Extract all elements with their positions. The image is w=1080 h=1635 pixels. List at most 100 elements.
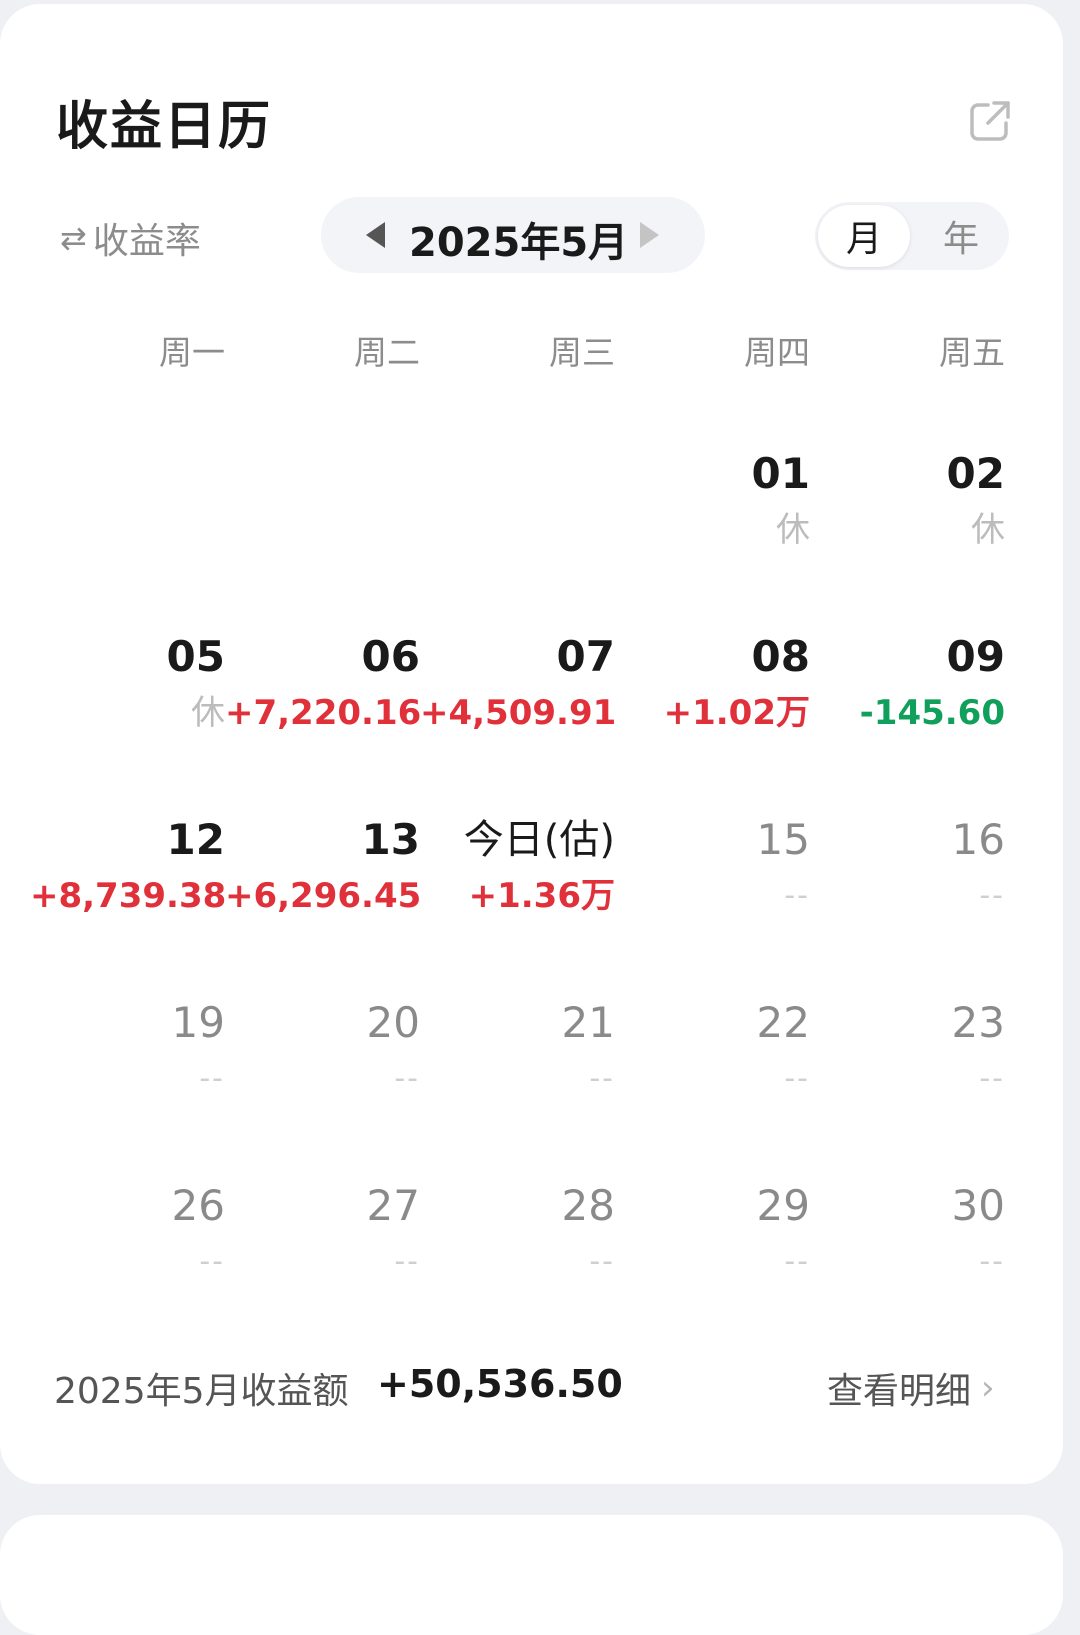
calendar-day-number: 28 bbox=[561, 1181, 615, 1230]
calendar-day-cell[interactable]: 16 -- bbox=[810, 810, 1005, 993]
month-navigator: 2025年5月 bbox=[321, 197, 705, 273]
page-title: 收益日历 bbox=[56, 97, 273, 157]
calendar-day-cell[interactable]: 08 +1.02万 bbox=[615, 627, 810, 810]
calendar-empty-cell bbox=[225, 444, 420, 627]
calendar-day-cell[interactable]: 今日(估) +1.36万 bbox=[420, 810, 615, 993]
calendar-day-cell[interactable]: 19 -- bbox=[30, 993, 225, 1176]
calendar-day-cell[interactable]: 01 休 bbox=[615, 444, 810, 627]
calendar-day-value: -- bbox=[979, 878, 1005, 913]
calendar-day-value: -- bbox=[589, 1244, 615, 1279]
calendar-day-cell[interactable]: 05 休 bbox=[30, 627, 225, 810]
swap-icon: ⇄ bbox=[60, 219, 87, 257]
calendar-day-value: -- bbox=[199, 1244, 225, 1279]
summary-label: 2025年5月收益额 bbox=[54, 1371, 349, 1412]
calendar-day-cell[interactable]: 02 休 bbox=[810, 444, 1005, 627]
calendar-day-cell[interactable]: 06 +7,220.16 bbox=[225, 627, 422, 810]
calendar-empty-cell bbox=[30, 444, 225, 627]
calendar-grid: 01 休 02 休 05 休 06 +7,220.16 07 +4,509.91 08 +1.02万 0… bbox=[30, 444, 1005, 1359]
calendar-day-value: +1.36万 bbox=[468, 876, 615, 916]
calendar-day-cell[interactable]: 27 -- bbox=[225, 1176, 420, 1359]
calendar-day-number: 09 bbox=[946, 632, 1005, 681]
view-month-button[interactable]: 月 bbox=[818, 205, 910, 267]
weekday-label: 周四 bbox=[744, 333, 810, 372]
view-details-label: 查看明细 bbox=[827, 1371, 972, 1412]
calendar-day-number: 07 bbox=[556, 632, 615, 681]
calendar-day-number: 08 bbox=[751, 632, 810, 681]
calendar-day-number: 05 bbox=[166, 632, 225, 681]
calendar-day-number: 19 bbox=[171, 998, 225, 1047]
calendar-day-value: -145.60 bbox=[859, 693, 1005, 733]
weekday-label: 周一 bbox=[159, 333, 225, 372]
calendar-day-number: 16 bbox=[951, 815, 1005, 864]
calendar-day-value: 休 bbox=[971, 510, 1005, 550]
calendar-day-number: 21 bbox=[561, 998, 615, 1047]
calendar-day-value: -- bbox=[394, 1061, 420, 1096]
calendar-day-cell[interactable]: 09 -145.60 bbox=[810, 627, 1005, 810]
calendar-day-cell[interactable]: 15 -- bbox=[615, 810, 810, 993]
chevron-right-icon: › bbox=[981, 1368, 995, 1408]
calendar-day-number: 15 bbox=[756, 815, 810, 864]
calendar-day-cell[interactable]: 22 -- bbox=[615, 993, 810, 1176]
summary-value: +50,536.50 bbox=[377, 1362, 623, 1406]
next-card bbox=[0, 1515, 1063, 1635]
view-year-button[interactable]: 年 bbox=[917, 205, 1005, 267]
calendar-day-cell[interactable]: 20 -- bbox=[225, 993, 420, 1176]
calendar-day-number: 29 bbox=[756, 1181, 810, 1230]
next-triangle-icon[interactable] bbox=[640, 222, 659, 248]
calendar-day-cell[interactable]: 26 -- bbox=[30, 1176, 225, 1359]
calendar-day-cell[interactable]: 12 +8,739.38 bbox=[30, 810, 227, 993]
calendar-day-number: 27 bbox=[366, 1181, 420, 1230]
weekday-label: 周三 bbox=[549, 333, 615, 372]
weekday-label: 周二 bbox=[354, 333, 420, 372]
calendar-day-cell[interactable]: 28 -- bbox=[420, 1176, 615, 1359]
calendar-week-row: 26 -- 27 -- 28 -- 29 -- 30 -- bbox=[30, 1176, 1005, 1359]
calendar-day-cell[interactable]: 21 -- bbox=[420, 993, 615, 1176]
calendar-day-value: -- bbox=[589, 1061, 615, 1096]
prev-triangle-icon[interactable] bbox=[366, 222, 385, 248]
calendar-empty-cell bbox=[420, 444, 615, 627]
current-month-label: 2025年5月 bbox=[409, 220, 629, 266]
calendar-day-value: +6,296.45 bbox=[225, 876, 422, 916]
calendar-day-value: -- bbox=[394, 1244, 420, 1279]
calendar-day-number: 今日(估) bbox=[463, 817, 615, 863]
weekday-label: 周五 bbox=[939, 333, 1005, 372]
calendar-day-number: 12 bbox=[166, 815, 225, 864]
calendar-day-value: -- bbox=[784, 878, 810, 913]
calendar-day-value: -- bbox=[199, 1061, 225, 1096]
calendar-day-number: 26 bbox=[171, 1181, 225, 1230]
calendar-day-number: 06 bbox=[361, 632, 420, 681]
calendar-day-number: 13 bbox=[361, 815, 420, 864]
calendar-week-row: 19 -- 20 -- 21 -- 22 -- 23 -- bbox=[30, 993, 1005, 1176]
calendar-day-cell[interactable]: 07 +4,509.91 bbox=[420, 627, 617, 810]
calendar-day-cell[interactable]: 29 -- bbox=[615, 1176, 810, 1359]
calendar-day-value: 休 bbox=[191, 693, 225, 733]
calendar-day-value: +7,220.16 bbox=[225, 693, 422, 733]
calendar-day-value: +1.02万 bbox=[663, 693, 810, 733]
income-calendar-card: 收益日历 ⇄ 收益率 2025年5月 月 年 周一 周二 周三 周四 周五 01… bbox=[0, 4, 1063, 1484]
share-icon[interactable] bbox=[968, 99, 1012, 143]
calendar-day-cell[interactable]: 13 +6,296.45 bbox=[225, 810, 422, 993]
calendar-day-number: 20 bbox=[366, 998, 420, 1047]
view-mode-switch: 月 年 bbox=[815, 202, 1009, 270]
calendar-day-value: -- bbox=[979, 1061, 1005, 1096]
calendar-day-value: -- bbox=[784, 1244, 810, 1279]
calendar-day-number: 23 bbox=[951, 998, 1005, 1047]
metric-toggle-label: 收益率 bbox=[92, 221, 201, 262]
view-details-link[interactable]: 查看明细 › bbox=[827, 1362, 995, 1414]
calendar-day-value: +8,739.38 bbox=[30, 876, 227, 916]
calendar-day-value: -- bbox=[979, 1244, 1005, 1279]
calendar-day-number: 01 bbox=[751, 449, 810, 498]
weekday-header: 周一 周二 周三 周四 周五 bbox=[30, 326, 1005, 374]
calendar-day-cell[interactable]: 30 -- bbox=[810, 1176, 1005, 1359]
calendar-week-row: 12 +8,739.38 13 +6,296.45 今日(估) +1.36万 15 -- 16 -… bbox=[30, 810, 1005, 993]
calendar-week-row: 01 休 02 休 bbox=[30, 444, 1005, 627]
calendar-day-number: 30 bbox=[951, 1181, 1005, 1230]
calendar-day-number: 02 bbox=[946, 449, 1005, 498]
calendar-day-value: -- bbox=[784, 1061, 810, 1096]
summary-bar: 2025年5月收益额 +50,536.50 查看明细 › bbox=[54, 1362, 1014, 1412]
calendar-day-value: 休 bbox=[776, 510, 810, 550]
metric-toggle-button[interactable]: ⇄ 收益率 bbox=[60, 212, 201, 264]
calendar-day-cell[interactable]: 23 -- bbox=[810, 993, 1005, 1176]
calendar-day-value: +4,509.91 bbox=[420, 693, 617, 733]
calendar-week-row: 05 休 06 +7,220.16 07 +4,509.91 08 +1.02万 09 -145.… bbox=[30, 627, 1005, 810]
